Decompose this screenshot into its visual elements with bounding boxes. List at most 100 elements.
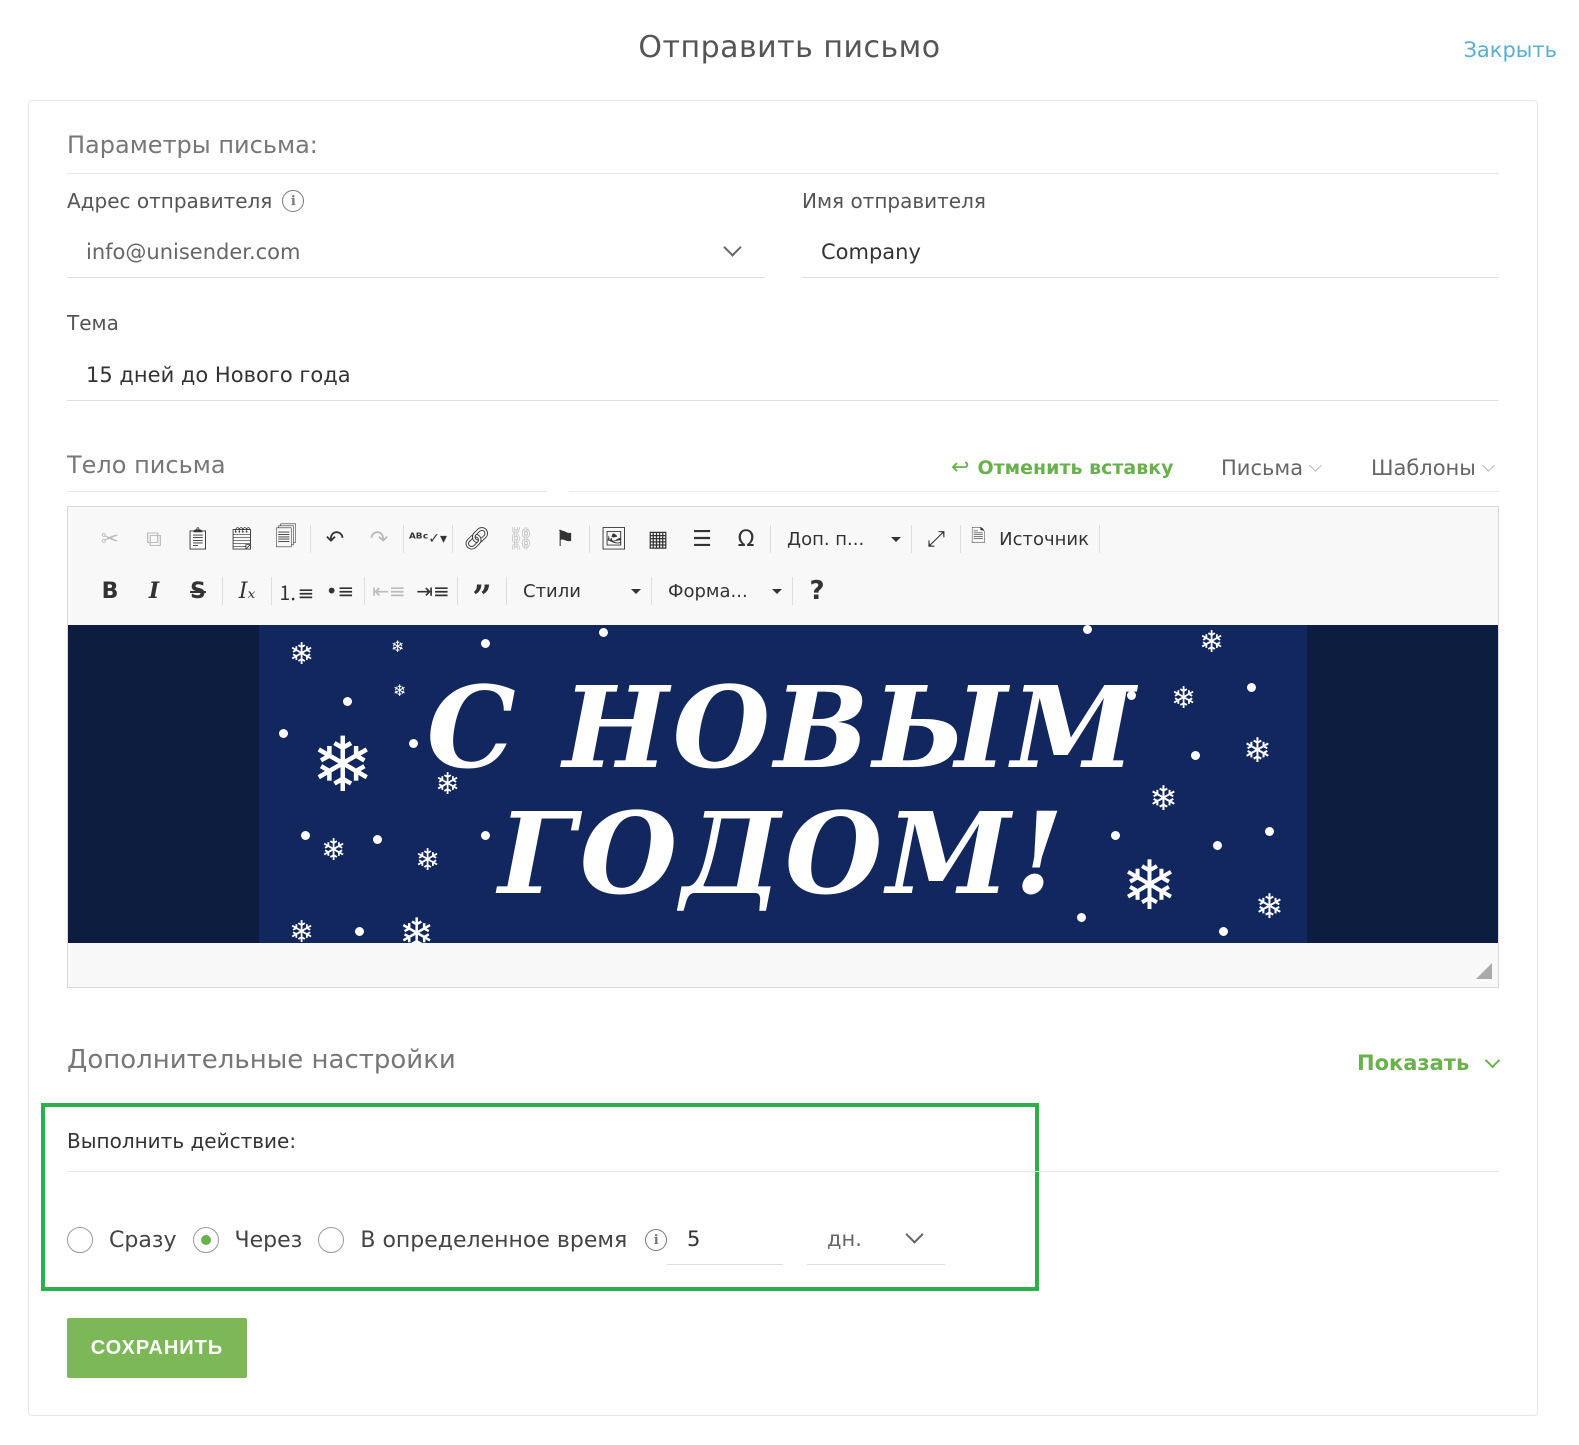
unit-value: дн. <box>827 1226 862 1251</box>
special-char-icon[interactable]: Ω <box>724 519 768 559</box>
action-options: Сразу Через В определенное время i <box>67 1223 668 1257</box>
bulleted-list-icon[interactable]: •≡ <box>318 571 362 611</box>
separator <box>271 577 272 605</box>
snowflake-icon: ❄ <box>391 637 405 656</box>
resize-handle[interactable] <box>1476 963 1492 979</box>
caret-down-icon <box>772 588 782 594</box>
separator <box>960 525 961 553</box>
sender-address-select[interactable]: info@unisender.com <box>67 226 765 278</box>
separator <box>310 525 311 553</box>
blockquote-icon[interactable]: ” <box>460 571 504 618</box>
copy-icon[interactable]: ⧉ <box>132 519 176 559</box>
info-icon[interactable]: i <box>282 190 305 212</box>
snowflake-icon: ❄ <box>435 767 461 802</box>
format-combo-label: Форма... <box>668 580 748 602</box>
snow-dot <box>1265 827 1274 836</box>
indent-icon[interactable]: ⇥≡ <box>411 571 455 611</box>
sender-name-input[interactable]: Company <box>802 226 1499 278</box>
delay-input[interactable]: 5 <box>667 1213 783 1265</box>
radio-now-label[interactable]: Сразу <box>109 1228 177 1253</box>
info-icon[interactable]: i <box>645 1229 668 1251</box>
snowflake-icon: ❄ <box>1149 779 1178 819</box>
snow-dot <box>343 697 352 706</box>
toolbar-row-2: B I S Iₓ ⒈≡ •≡ ⇤≡ ⇥≡ ” Стили Форма... ? <box>88 569 839 618</box>
snowflake-icon: ❄ <box>1255 887 1284 927</box>
radio-now[interactable] <box>67 1227 93 1253</box>
action-title: Выполнить действие: <box>67 1129 297 1153</box>
show-extra-settings-button[interactable]: Показать <box>1357 1051 1501 1075</box>
close-link[interactable]: Закрыть <box>1463 38 1557 62</box>
format-combo[interactable]: Форма... <box>654 571 790 611</box>
sender-address-label: Адрес отправителя i <box>67 189 305 213</box>
separator <box>1099 525 1100 553</box>
italic-icon[interactable]: I <box>132 571 176 611</box>
more-combo[interactable]: Доп. п... <box>773 519 909 559</box>
snow-dot <box>1105 751 1114 760</box>
spellcheck-icon[interactable]: ᴬᴮᶜ✓▾ <box>406 519 450 559</box>
snowflake-icon: ❄ <box>415 843 441 878</box>
snow-dot <box>1219 927 1228 936</box>
extra-settings-title: Дополнительные настройки <box>67 1045 456 1075</box>
cut-icon[interactable]: ✂ <box>88 519 132 559</box>
outdent-icon[interactable]: ⇤≡ <box>367 571 411 611</box>
snow-dot <box>1127 691 1136 700</box>
banner-inner: С НОВЫМ ГОДОМ! ❄ ❄ ❄ ❄ ❄ ❄ ❄ ❄ ❄ ❄ ❄ ❄ ❄… <box>259 625 1307 943</box>
caret-down-icon <box>631 588 641 594</box>
snowflake-icon: ❄ <box>393 681 407 700</box>
link-icon[interactable]: 🔗︎ <box>455 519 499 559</box>
subject-input[interactable]: 15 дней до Нового года <box>67 349 1499 401</box>
help-icon[interactable]: ? <box>795 571 839 611</box>
paste-text-icon[interactable]: 🗒︎ <box>220 519 264 559</box>
radio-at-time[interactable] <box>318 1227 345 1253</box>
snowflake-icon: ❄ <box>311 720 375 809</box>
divider <box>67 491 547 492</box>
numbered-list-icon[interactable]: ⒈≡ <box>274 571 318 611</box>
templates-dropdown[interactable]: Шаблоны <box>1371 456 1495 480</box>
snow-dot <box>279 729 288 738</box>
show-label: Показать <box>1357 1051 1470 1075</box>
undo-paste-label: Отменить вставку <box>977 456 1174 479</box>
bold-icon[interactable]: B <box>88 571 132 611</box>
divider <box>67 173 1499 174</box>
separator <box>222 577 223 605</box>
snowflake-icon: ❄ <box>289 915 315 943</box>
image-icon[interactable]: 🖼︎ <box>592 519 636 559</box>
table-icon[interactable]: ▦ <box>636 519 680 559</box>
radio-after[interactable] <box>192 1227 219 1253</box>
newyear-banner-image: С НОВЫМ ГОДОМ! ❄ ❄ ❄ ❄ ❄ ❄ ❄ ❄ ❄ ❄ ❄ ❄ ❄… <box>68 625 1498 943</box>
redo-icon[interactable]: ↷ <box>357 519 401 559</box>
save-button[interactable]: СОХРАНИТЬ <box>67 1318 247 1378</box>
chevron-down-icon[interactable] <box>723 238 742 257</box>
strikethrough-icon[interactable]: S <box>176 571 220 611</box>
snow-dot <box>1191 751 1200 760</box>
chevron-down-icon[interactable] <box>905 1225 924 1244</box>
letters-dropdown[interactable]: Письма <box>1221 456 1322 480</box>
paste-icon[interactable]: 📋︎ <box>176 519 220 559</box>
radio-at-time-label[interactable]: В определенное время <box>360 1228 627 1253</box>
undo-paste-button[interactable]: ↩ Отменить вставку <box>951 455 1174 480</box>
radio-after-label[interactable]: Через <box>235 1228 303 1253</box>
subject-label: Тема <box>67 311 119 335</box>
undo-icon[interactable]: ↶ <box>313 519 357 559</box>
page-title: Отправить письмо <box>638 30 941 65</box>
horizontal-line-icon[interactable]: ☰ <box>680 519 724 559</box>
sender-address-value: info@unisender.com <box>86 239 301 264</box>
snow-dot <box>373 835 382 844</box>
separator <box>651 577 652 605</box>
chevron-down-icon <box>1481 458 1495 472</box>
styles-combo[interactable]: Стили <box>509 571 649 611</box>
maximize-icon[interactable]: ⤢ <box>914 519 958 559</box>
unlink-icon[interactable]: ⛓ <box>499 519 543 559</box>
snowflake-icon: ❄ <box>1199 625 1225 660</box>
source-button[interactable]: 🗎︎ Источник <box>963 519 1097 559</box>
chevron-down-icon <box>1484 1052 1501 1068</box>
unit-select[interactable]: дн. <box>807 1213 945 1265</box>
remove-format-icon[interactable]: Iₓ <box>225 571 269 611</box>
snow-dot <box>1247 683 1256 692</box>
letters-label: Письма <box>1221 456 1304 480</box>
templates-label: Шаблоны <box>1371 456 1476 480</box>
anchor-flag-icon[interactable]: ⚑ <box>543 519 587 559</box>
separator <box>792 577 793 605</box>
snowflake-icon: ❄ <box>399 909 435 943</box>
paste-word-icon[interactable]: 🗐︎ <box>264 519 308 559</box>
